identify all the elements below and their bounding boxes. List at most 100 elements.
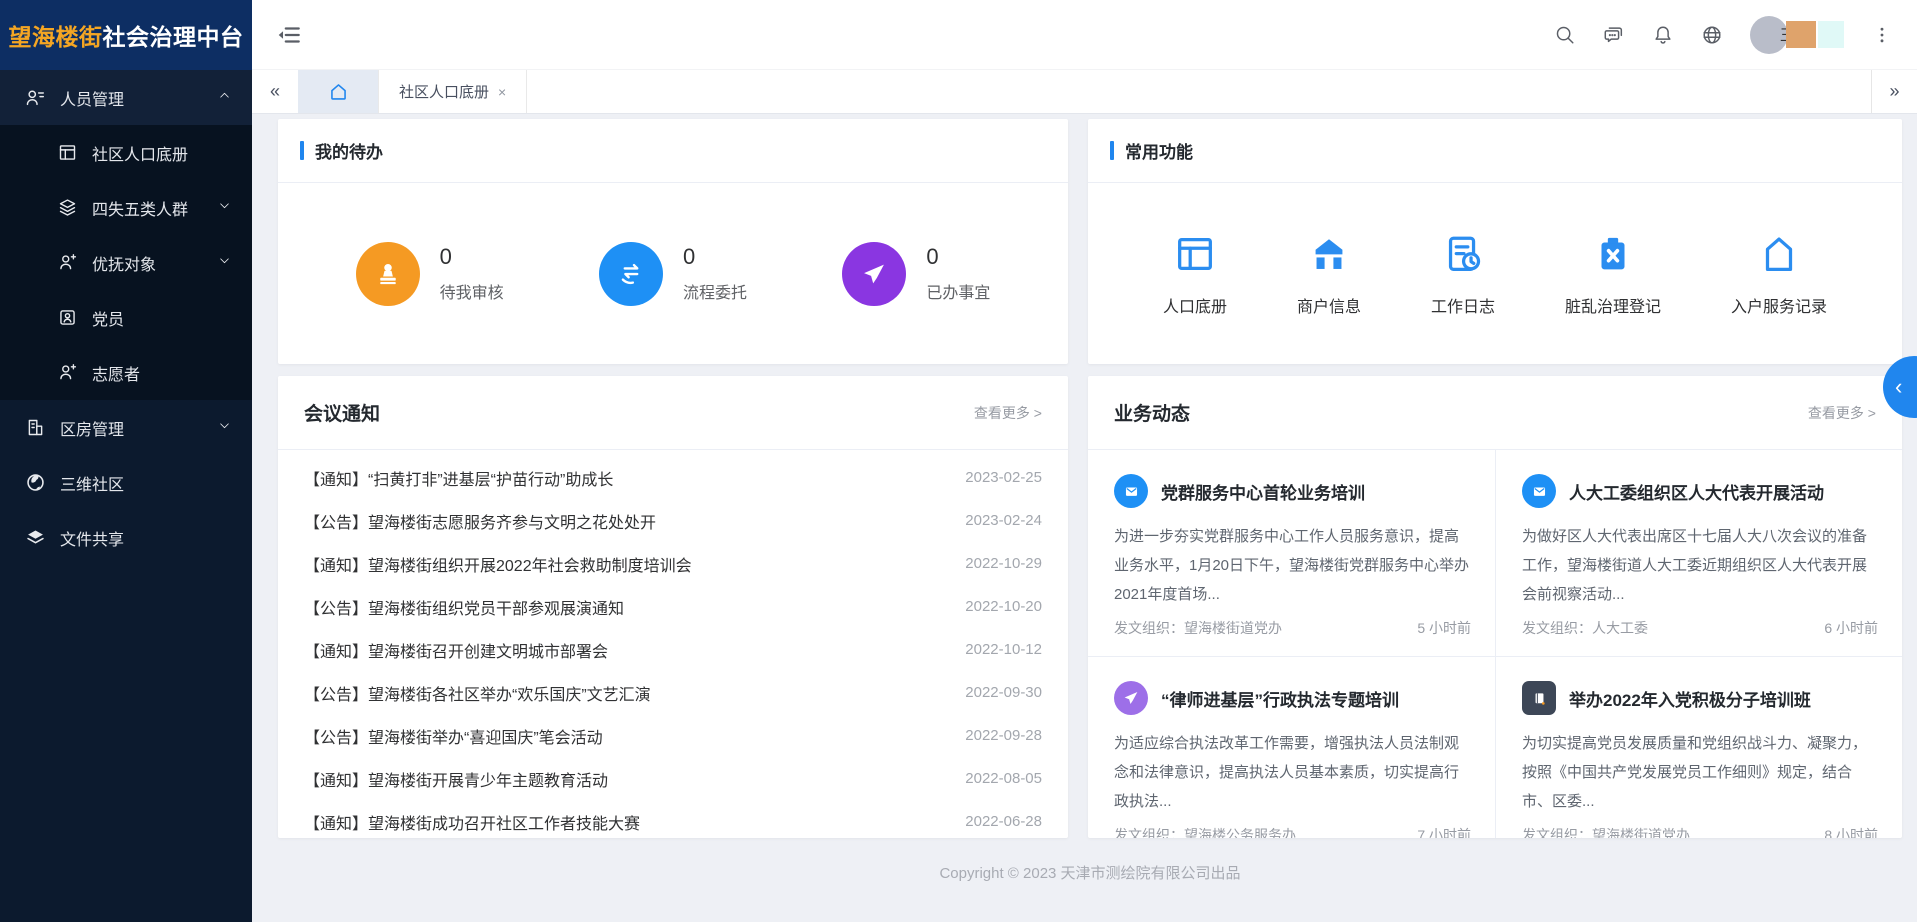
topbar: 王 xyxy=(252,0,1917,70)
news-card-item[interactable]: 举办2022年入党积极分子培训班 为切实提高党员发展质量和党组织战斗力、凝聚力，… xyxy=(1495,656,1902,838)
quick-item-sanitation-registry[interactable]: 脏乱治理登记 xyxy=(1565,231,1661,317)
sidebar-item-four-lost-five-types[interactable]: 四失五类人群 xyxy=(0,180,252,235)
mail-icon xyxy=(1522,474,1556,508)
list-item[interactable]: 【通知】望海楼街成功召开社区工作者技能大赛2022-06-28 xyxy=(304,800,1042,838)
transfer-icon xyxy=(599,242,663,306)
stat-pending-review[interactable]: 0 待我审核 xyxy=(356,242,504,306)
notice-date: 2022-08-05 xyxy=(965,770,1042,787)
notice-date: 2022-09-30 xyxy=(965,684,1042,701)
notice-title: 【通知】望海楼街组织开展2022年社会救助制度培训会 xyxy=(304,552,712,576)
sidebar-item-label: 四失五类人群 xyxy=(92,196,218,220)
search-icon[interactable] xyxy=(1554,24,1576,46)
building-icon xyxy=(24,417,46,439)
todo-title: 我的待办 xyxy=(315,138,383,163)
sidebar-item-volunteers[interactable]: 志愿者 xyxy=(0,345,252,400)
news-card-item[interactable]: “律师进基层”行政执法专题培训 为适应综合执法改革工作需要，增强执法人员法制观念… xyxy=(1088,656,1495,838)
sidebar-item-preferential-care-targets[interactable]: 优抚对象 xyxy=(0,235,252,290)
sidebar-item-district-housing-management[interactable]: 区房管理 xyxy=(0,400,252,455)
quick-item-merchant-info[interactable]: 商户信息 xyxy=(1297,231,1361,317)
user-name-redaction-block xyxy=(1786,21,1816,48)
stat-label: 已办事宜 xyxy=(926,279,990,303)
sidebar-item-3d-community[interactable]: 三维社区 xyxy=(0,455,252,510)
list-item[interactable]: 【通知】“扫黄打非”进基层“护苗行动”助成长2023-02-25 xyxy=(304,456,1042,499)
stat-label: 流程委托 xyxy=(683,279,747,303)
notice-title: 【公告】望海楼街志愿服务齐参与文明之花处处开 xyxy=(304,509,676,533)
stat-value: 0 xyxy=(683,244,747,270)
app-logo: 望海楼街社会治理中台 xyxy=(0,0,252,70)
todo-card-header: 我的待办 xyxy=(278,119,1068,183)
document-clock-icon xyxy=(1440,231,1486,277)
user-plus-icon xyxy=(56,362,78,384)
tabs-scroll-right-button[interactable]: » xyxy=(1871,70,1917,113)
news-item-title: 党群服务中心首轮业务培训 xyxy=(1161,479,1365,504)
paper-plane-icon xyxy=(842,242,906,306)
list-item[interactable]: 【通知】望海楼街组织开展2022年社会救助制度培训会 2022-10-29 xyxy=(304,542,1042,585)
topbar-actions: 王 xyxy=(1554,15,1893,55)
sidebar-item-party-members[interactable]: 党员 xyxy=(0,290,252,345)
meetings-list: 【通知】“扫黄打非”进基层“护苗行动”助成长2023-02-25 【公告】望海楼… xyxy=(278,450,1068,838)
news-item-time: 6 小时前 xyxy=(1824,618,1878,638)
id-card-icon xyxy=(56,307,78,329)
messages-icon[interactable] xyxy=(1603,24,1625,46)
sidebar-item-label: 区房管理 xyxy=(60,416,218,440)
quick-item-population-register[interactable]: 人口底册 xyxy=(1163,231,1227,317)
brand-highlight: 望海楼街 xyxy=(9,18,103,52)
quick-item-label: 商户信息 xyxy=(1297,293,1361,317)
news-item-org: 发文组织：望海楼街道党办 xyxy=(1522,825,1690,838)
quick-item-work-log[interactable]: 工作日志 xyxy=(1431,231,1495,317)
notice-date: 2022-10-29 xyxy=(965,555,1042,572)
notice-title: 【公告】望海楼街举办“喜迎国庆”笔会活动 xyxy=(304,724,623,748)
title-accent-bar xyxy=(1110,141,1114,160)
notice-date: 2023-02-24 xyxy=(965,512,1042,529)
tab-bar: « 社区人口底册 × » xyxy=(252,70,1917,114)
notice-date: 2022-09-28 xyxy=(965,727,1042,744)
notice-title: 【通知】望海楼街开展青少年主题教育活动 xyxy=(304,767,628,791)
sidebar-item-file-sharing[interactable]: 文件共享 xyxy=(0,510,252,565)
news-item-time: 7 小时前 xyxy=(1417,825,1471,838)
stat-completed-matters[interactable]: 0 已办事宜 xyxy=(842,242,990,306)
news-card-item[interactable]: 党群服务中心首轮业务培训 为进一步夯实党群服务中心工作人员服务意识，提高业务水平… xyxy=(1088,450,1495,656)
news-card-item[interactable]: 人大工委组织区人大代表开展活动 为做好区人大代表出席区十七届人大八次会议的准备工… xyxy=(1495,450,1902,656)
news-item-org: 发文组织：人大工委 xyxy=(1522,618,1648,638)
table-icon xyxy=(56,142,78,164)
tab-community-population-register[interactable]: 社区人口底册 × xyxy=(378,70,527,113)
sidebar-item-personnel-management[interactable]: 人员管理 xyxy=(0,70,252,125)
news-item-title: 举办2022年入党积极分子培训班 xyxy=(1569,686,1811,711)
stat-process-delegation[interactable]: 0 流程委托 xyxy=(599,242,747,306)
list-item[interactable]: 【公告】望海楼街举办“喜迎国庆”笔会活动 2022-09-28 xyxy=(304,714,1042,757)
quick-item-label: 工作日志 xyxy=(1431,293,1495,317)
list-item[interactable]: 【公告】望海楼街志愿服务齐参与文明之花处处开 2023-02-24 xyxy=(304,499,1042,542)
house-icon xyxy=(1756,231,1802,277)
stat-label: 待我审核 xyxy=(440,279,504,303)
sidebar-submenu: 社区人口底册 四失五类人群 优抚对象 党员 志愿者 xyxy=(0,125,252,400)
list-item[interactable]: 【公告】望海楼街组织党员干部参观展演通知2022-10-20 xyxy=(304,585,1042,628)
sidebar-item-label: 文件共享 xyxy=(60,526,232,550)
chevron-down-icon xyxy=(218,254,232,272)
sidebar-item-label: 优抚对象 xyxy=(92,251,218,275)
meetings-title: 会议通知 xyxy=(304,399,380,426)
sidebar-item-community-population-register[interactable]: 社区人口底册 xyxy=(0,125,252,180)
meetings-more-link[interactable]: 查看更多 > xyxy=(974,403,1042,423)
bell-icon[interactable] xyxy=(1652,24,1674,46)
sidebar-fold-icon[interactable] xyxy=(276,22,302,48)
list-item[interactable]: 【通知】望海楼街开展青少年主题教育活动 2022-08-05 xyxy=(304,757,1042,800)
tab-close-icon[interactable]: × xyxy=(498,84,506,100)
notice-title: 【通知】望海楼街召开创建文明城市部署会 xyxy=(304,638,628,662)
list-item[interactable]: 【通知】望海楼街召开创建文明城市部署会 2022-10-12 xyxy=(304,628,1042,671)
sidebar-item-label: 社区人口底册 xyxy=(92,141,232,165)
clipboard-x-icon xyxy=(1590,231,1636,277)
language-globe-icon[interactable] xyxy=(1701,24,1723,46)
quick-item-home-visit-records[interactable]: 入户服务记录 xyxy=(1731,231,1827,317)
main-content: 我的待办 0 待我审核 0 xyxy=(252,114,1917,922)
tab-home[interactable] xyxy=(298,70,378,113)
meetings-header: 会议通知 查看更多 > xyxy=(278,376,1068,450)
list-item[interactable]: 【公告】望海楼街各社区举办“欢乐国庆”文艺汇演2022-09-30 xyxy=(304,671,1042,714)
tabs-scroll-left-button[interactable]: « xyxy=(252,70,298,113)
shop-icon xyxy=(1306,231,1352,277)
notice-date: 2022-10-12 xyxy=(965,641,1042,658)
user-area[interactable]: 王 xyxy=(1750,15,1844,55)
notice-title: 【通知】望海楼街成功召开社区工作者技能大赛 xyxy=(304,810,660,834)
quick-item-label: 人口底册 xyxy=(1163,293,1227,317)
more-menu-icon[interactable] xyxy=(1871,24,1893,46)
news-more-link[interactable]: 查看更多 > xyxy=(1808,403,1876,423)
